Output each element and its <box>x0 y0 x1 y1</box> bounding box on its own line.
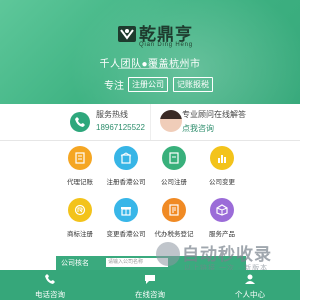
user-icon <box>245 274 255 284</box>
nav-label: 个人中心 <box>235 290 265 299</box>
contact-info-row: 服务热线 18967125522 专业顾问在线解答 点我咨询 <box>0 104 300 141</box>
brand-logo: 乾鼎亨 Qian Ding Heng <box>117 19 207 59</box>
document-icon <box>162 146 186 170</box>
watermark-logo-icon <box>156 242 180 266</box>
nav-label: 电话咨询 <box>35 290 65 299</box>
service-item-hk-change[interactable]: 变更香港公司 <box>102 193 150 245</box>
phone-icon <box>70 112 90 132</box>
hero-divider <box>118 68 188 69</box>
hotline-label: 服务热线 <box>96 110 128 119</box>
gift-icon <box>114 198 138 222</box>
nav-online-consult[interactable]: 在线咨询 <box>100 270 200 300</box>
service-item-company-change[interactable]: 公司变更 <box>198 141 246 193</box>
nav-label: 在线咨询 <box>135 290 165 299</box>
advisor-consult-link[interactable]: 点我咨询 <box>182 123 214 134</box>
service-label: 公司变更 <box>209 179 235 186</box>
service-item-products[interactable]: 服务产品 <box>198 193 246 245</box>
brand-pinyin: Qian Ding Heng <box>139 42 193 48</box>
tax-icon <box>162 198 186 222</box>
hero-tags: 专注 注册公司 记账报税 <box>104 76 218 92</box>
phone-icon <box>45 274 55 284</box>
advisor-avatar <box>160 110 182 132</box>
service-item-trademark[interactable]: 商标注册 <box>56 193 104 245</box>
advisor-label: 专业顾问在线解答 <box>182 110 246 119</box>
hero-lead: 专注 <box>104 80 124 92</box>
service-label: 服务产品 <box>209 231 235 238</box>
nav-user-center[interactable]: 个人中心 <box>200 270 300 300</box>
box-icon <box>210 198 234 222</box>
service-item-hk-register[interactable]: 注册香港公司 <box>102 141 150 193</box>
ledger-icon <box>68 146 92 170</box>
chat-icon <box>145 275 155 284</box>
service-item-tax[interactable]: 代办税务登记 <box>150 193 198 245</box>
building-icon <box>114 146 138 170</box>
advisor-block[interactable]: 专业顾问在线解答 点我咨询 <box>150 104 301 140</box>
hotline-number[interactable]: 18967125522 <box>96 123 145 132</box>
tag-register-company[interactable]: 注册公司 <box>128 76 168 92</box>
chart-icon <box>210 146 234 170</box>
watermark-title: 自动秒收录 <box>182 245 272 264</box>
hero-banner: 乾鼎亨 Qian Ding Heng 千人团队●覆盖杭州市 专注 注册公司 记账… <box>0 0 300 104</box>
nav-phone-consult[interactable]: 电话咨询 <box>0 270 100 300</box>
logo-mark-icon <box>118 26 136 42</box>
hotline-block[interactable]: 服务热线 18967125522 <box>0 104 150 140</box>
name-check-label: 公司核名 <box>61 260 89 267</box>
bottom-nav: 电话咨询 在线咨询 个人中心 <box>0 270 300 300</box>
service-item-company-register[interactable]: 公司注册 <box>150 141 198 193</box>
tag-bookkeeping[interactable]: 记账报税 <box>173 76 213 92</box>
service-item-bookkeeping[interactable]: 代理记账 <box>56 141 104 193</box>
trademark-icon <box>68 198 92 222</box>
